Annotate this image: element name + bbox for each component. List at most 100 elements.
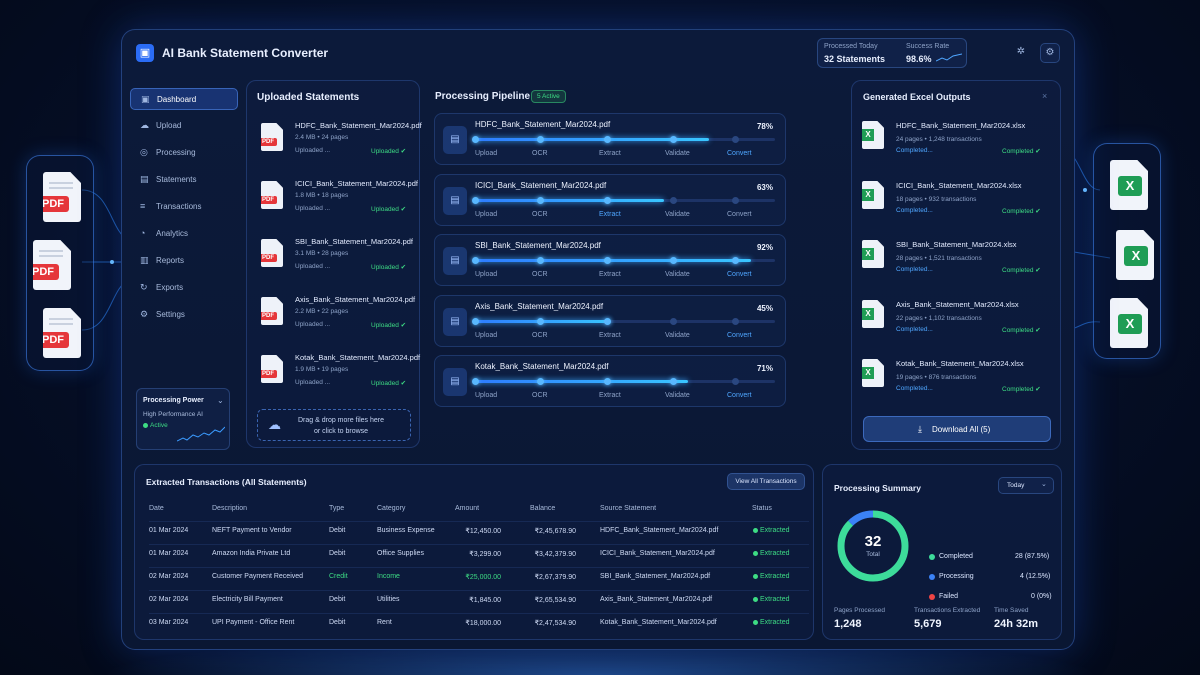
row-divider: [149, 567, 809, 568]
output-file-row[interactable]: X Kotak_Bank_Statement_Mar2024.xlsx 19 p…: [862, 357, 1052, 407]
stage-dot: [604, 378, 611, 385]
progress-track: [472, 378, 775, 385]
sidebar-item-label: Transactions: [156, 202, 202, 211]
stage-label: Upload: [475, 210, 498, 218]
upload-icon: ☁: [140, 120, 149, 130]
document-icon: ▤: [443, 126, 467, 154]
table-cell: ₹1,845.00: [469, 597, 501, 604]
stage-dot: [472, 257, 479, 264]
column-header[interactable]: Amount: [455, 505, 479, 512]
sidebar-item-exports[interactable]: ↻ Exports: [130, 277, 238, 299]
pipeline-file-name: Kotak_Bank_Statement_Mar2024.pdf: [475, 362, 609, 371]
column-header[interactable]: Date: [149, 505, 164, 512]
download-all-button[interactable]: ⤓ Download All (5): [863, 416, 1051, 442]
reports-icon: ▥: [140, 255, 149, 265]
status-dot-icon: [753, 574, 758, 579]
sidebar-item-reports[interactable]: ▥ Reports: [130, 250, 238, 272]
stage-dot: [472, 196, 479, 204]
pipeline-row[interactable]: ▤ ICICI_Bank_Statement_Mar2024.pdf 63% Uplo…: [434, 173, 786, 226]
column-header[interactable]: Status: [752, 505, 772, 512]
app-logo-icon: ▣: [136, 44, 154, 62]
table-cell: Rent: [377, 619, 392, 626]
uploaded-file-row[interactable]: PDF SBI_Bank_Statement_Mar2024.pdf 3.1 M…: [261, 237, 413, 283]
column-header[interactable]: Source Statement: [600, 505, 656, 512]
app-title: AI Bank Statement Converter: [162, 46, 329, 60]
output-file-row[interactable]: X ICICI_Bank_Statement_Mar2024.xlsx 18 p…: [862, 179, 1052, 229]
active-badge: 5 Active: [531, 90, 566, 103]
pipeline-row[interactable]: ▤ HDFC_Bank_Statement_Mar2024.pdf 78% Uploa…: [434, 113, 786, 165]
pipeline-row[interactable]: ▤ Axis_Bank_Statement_Mar2024.pdf 45% Uploa…: [434, 294, 786, 347]
stage-label: Upload: [475, 271, 498, 278]
table-cell: 01 Mar 2024: [149, 527, 189, 534]
title-bar: ▣ AI Bank Statement Converter Processed …: [122, 30, 1074, 76]
sparkle-icon[interactable]: ✲: [1011, 43, 1031, 63]
stage-label: Upload: [475, 331, 498, 339]
table-cell: Debit: [329, 619, 346, 626]
file-meta: 28 pages • 1,521 transactions: [896, 255, 982, 262]
processed-today-label: Processed Today: [824, 43, 878, 50]
excel-file-icon: X: [862, 181, 884, 209]
drop-zone[interactable]: ☁ Drag & drop more files here or click t…: [257, 409, 411, 441]
sidebar-item-upload[interactable]: ☁ Upload: [130, 115, 238, 137]
pipeline-row[interactable]: ▤ SBI_Bank_Statement_Mar2024.pdf 92% Upload…: [434, 234, 786, 286]
view-all-transactions-button[interactable]: View All Transactions: [727, 473, 805, 490]
file-name: SBI_Bank_Statement_Mar2024.pdf: [295, 237, 413, 246]
transactions-extracted-label: Transactions Extracted: [914, 607, 981, 614]
table-cell: Office Supplies: [377, 550, 424, 557]
success-rate-value: 98.6%: [906, 54, 932, 64]
pdf-file-icon: PDF: [261, 297, 283, 325]
chevron-down-icon[interactable]: ⌄: [217, 396, 224, 405]
file-meta: 19 pages • 876 transactions: [896, 374, 977, 381]
pdf-file-icon: PDF: [261, 355, 283, 383]
stage-dot: [537, 317, 544, 325]
settings-gear-icon[interactable]: ⚙: [1040, 43, 1060, 63]
stage-dot: [732, 136, 739, 143]
stage-dot: [670, 257, 677, 264]
stage-dot: [604, 257, 611, 264]
uploaded-file-row[interactable]: PDF HDFC_Bank_Statement_Mar2024.pdf 2.4 …: [261, 121, 422, 167]
drop-line-1: Drag & drop more files here: [298, 417, 384, 424]
stage-label: OCR: [532, 392, 548, 399]
table-cell: Business Expense: [377, 527, 435, 534]
failed-label: Failed: [939, 593, 959, 600]
file-meta: 1.8 MB • 18 pages: [295, 192, 349, 199]
table-cell: Customer Payment Received: [212, 573, 304, 580]
sidebar-item-settings[interactable]: ⚙ Settings: [130, 304, 238, 326]
output-file-row[interactable]: X SBI_Bank_Statement_Mar2024.xlsx 28 pag…: [862, 238, 1052, 288]
sidebar-item-analytics[interactable]: ◔ Analytics: [130, 223, 238, 245]
file-state: Uploaded ...: [295, 379, 331, 386]
uploaded-file-row[interactable]: PDF ICICI_Bank_Statement_Mar2024.pdf 1.8…: [261, 179, 418, 225]
document-icon: ▤: [443, 307, 467, 336]
completed-value: 28 (87.5%): [1015, 553, 1050, 560]
table-cell: Extracted: [760, 527, 790, 534]
column-header[interactable]: Balance: [530, 505, 555, 512]
file-status: Uploaded ✔: [371, 264, 407, 271]
column-header[interactable]: Description: [212, 505, 247, 512]
file-state: Completed...: [896, 266, 933, 273]
processing-label: Processing: [939, 573, 974, 580]
table-cell: ICICI_Bank_Statement_Mar2024.pdf: [600, 550, 715, 557]
excel-file-icon: X: [862, 240, 884, 268]
output-file-row[interactable]: X Axis_Bank_Statement_Mar2024.xlsx 22 pa…: [862, 298, 1052, 348]
output-file-row[interactable]: X HDFC_Bank_Statement_Mar2024.xlsx 24 pa…: [862, 119, 1052, 169]
file-status: Completed ✔: [1002, 148, 1041, 155]
uploaded-file-row[interactable]: PDF Kotak_Bank_Statement_Mar2024.pdf 1.9…: [261, 353, 420, 399]
period-select[interactable]: Today ⌄: [998, 477, 1054, 494]
excel-file-icon: X: [862, 359, 884, 387]
stage-dot: [670, 378, 677, 385]
close-icon[interactable]: ×: [1042, 91, 1047, 101]
pdf-file-icon: PDF: [43, 308, 81, 358]
stage-label: OCR: [532, 150, 548, 157]
sidebar-item-statements[interactable]: ▤ Statements: [130, 169, 238, 191]
column-header[interactable]: Type: [329, 505, 344, 512]
sidebar-item-processing[interactable]: ◎ Processing: [130, 142, 238, 164]
pipeline-row[interactable]: ▤ Kotak_Bank_Statement_Mar2024.pdf 71% Uplo…: [434, 355, 786, 407]
column-header[interactable]: Category: [377, 505, 405, 512]
progress-fill: [475, 259, 751, 262]
sidebar-item-dashboard[interactable]: ▣ Dashboard: [130, 88, 238, 110]
stage-label: Convert: [727, 271, 752, 278]
table-cell: ₹2,65,534.90: [534, 597, 576, 604]
pdf-file-icon: PDF: [33, 240, 71, 290]
uploaded-file-row[interactable]: PDF Axis_Bank_Statement_Mar2024.pdf 2.2 …: [261, 295, 415, 341]
sidebar-item-transactions[interactable]: ≡ Transactions: [130, 196, 238, 218]
